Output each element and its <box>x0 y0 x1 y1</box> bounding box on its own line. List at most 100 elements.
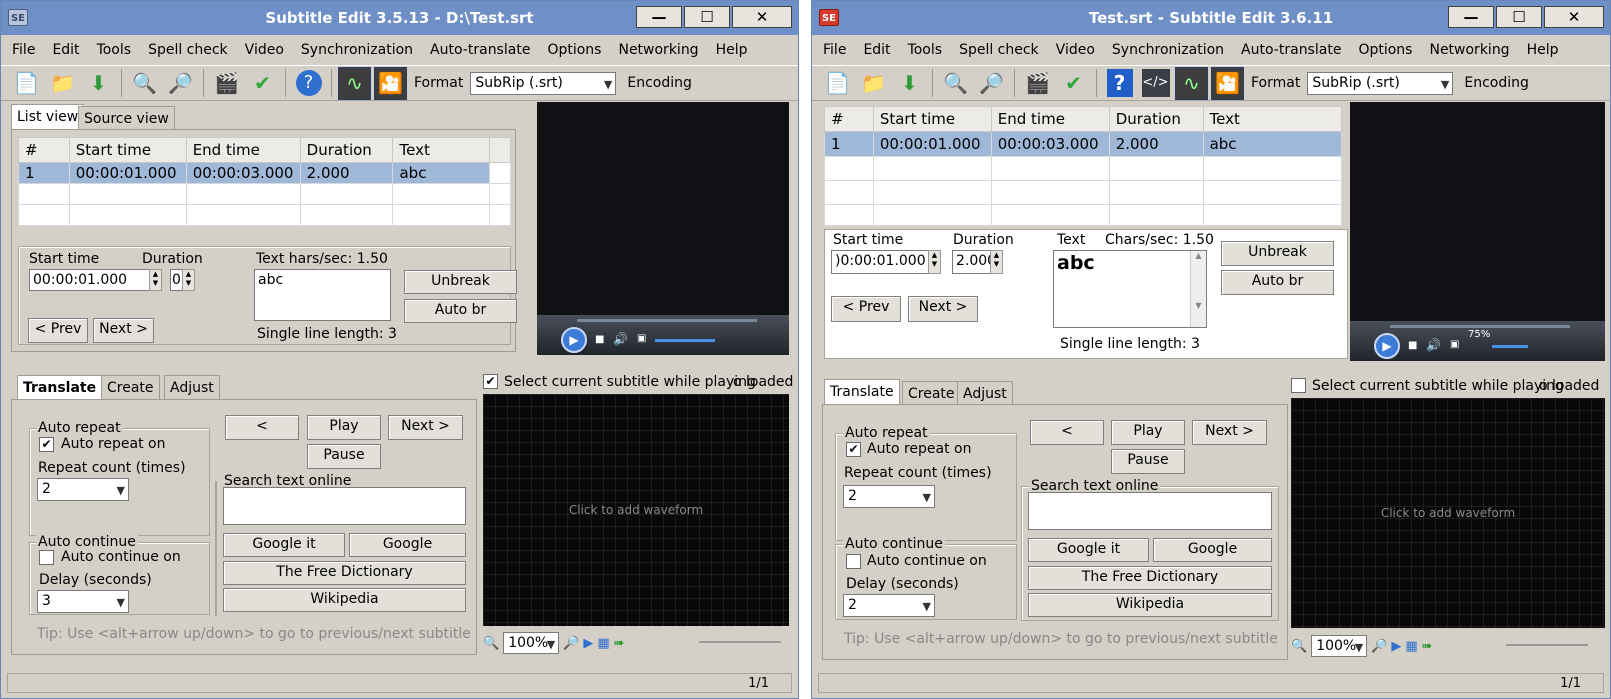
previous-button[interactable]: < <box>1030 420 1104 445</box>
help-icon[interactable]: ? <box>292 67 325 100</box>
spell-check-icon[interactable]: ✔ <box>246 67 279 100</box>
text-scrollbar[interactable]: ▲ ▼ <box>1190 251 1206 327</box>
free-dictionary-button[interactable]: The Free Dictionary <box>223 561 466 585</box>
col-start-time[interactable]: Start time <box>872 106 992 132</box>
new-file-icon[interactable]: 📄 <box>10 67 43 100</box>
menu-spell-check[interactable]: Spell check <box>959 42 1039 58</box>
col-end-time[interactable]: End time <box>185 137 301 163</box>
repeat-count-select[interactable]: 2 ▼ <box>37 478 129 501</box>
col-duration[interactable]: Duration <box>1108 106 1204 132</box>
menu-auto-translate[interactable]: Auto-translate <box>430 42 530 58</box>
replace-icon[interactable]: 🔎 <box>164 67 197 100</box>
find-icon[interactable]: 🔍 <box>939 67 972 100</box>
close-button[interactable]: ✕ <box>732 6 792 28</box>
delay-select[interactable]: 3 ▼ <box>37 590 129 613</box>
menu-help[interactable]: Help <box>716 42 748 58</box>
save-download-icon[interactable]: ⬇ <box>893 67 926 100</box>
help-icon[interactable]: ? <box>1103 67 1136 100</box>
unbreak-button[interactable]: Unbreak <box>404 270 517 294</box>
menu-networking[interactable]: Networking <box>618 42 698 58</box>
waveform-area[interactable]: Click to add waveform <box>1291 398 1605 628</box>
auto-repeat-checkbox[interactable]: ✔ <box>39 437 54 452</box>
free-dictionary-button[interactable]: The Free Dictionary <box>1028 566 1272 590</box>
grid-icon[interactable]: ▦ <box>597 636 609 651</box>
menu-options[interactable]: Options <box>547 42 601 58</box>
zoom-out-icon[interactable]: 🔍 <box>1291 639 1307 654</box>
duration-spinner[interactable]: ▲ ▼ <box>990 250 1003 274</box>
pause-button[interactable]: Pause <box>307 444 381 469</box>
forward-icon[interactable]: ➠ <box>614 636 625 651</box>
minimize-button[interactable]: — <box>636 6 682 28</box>
format-select[interactable]: SubRip (.srt) ▼ <box>470 71 617 95</box>
next-button[interactable]: Next > <box>93 318 154 343</box>
previous-button[interactable]: < <box>225 415 299 440</box>
select-current-checkbox[interactable] <box>1291 378 1306 393</box>
wikipedia-button[interactable]: Wikipedia <box>1028 593 1272 617</box>
tab-create[interactable]: Create <box>101 375 160 400</box>
title-bar[interactable]: SE Test.srt - Subtitle Edit 3.6.11 — ☐ ✕ <box>812 1 1610 35</box>
start-time-spinner[interactable]: ▲ ▼ <box>149 269 162 291</box>
menu-auto-translate[interactable]: Auto-translate <box>1241 42 1341 58</box>
play-button[interactable]: Play <box>1111 420 1185 445</box>
source-view-icon[interactable]: </> <box>1139 67 1172 100</box>
menu-file[interactable]: File <box>823 42 846 58</box>
google-it-button[interactable]: Google it <box>1028 538 1149 562</box>
delay-select[interactable]: 2 ▼ <box>843 594 935 617</box>
stop-icon[interactable]: ■ <box>1408 340 1417 351</box>
grid-icon[interactable]: ▦ <box>1405 639 1417 654</box>
auto-continue-checkbox[interactable] <box>846 554 861 569</box>
menu-video[interactable]: Video <box>1056 42 1095 58</box>
tab-translate[interactable]: Translate <box>824 379 900 404</box>
search-online-input[interactable] <box>223 487 466 525</box>
play-icon[interactable]: ▶ <box>1374 333 1400 359</box>
col-start-time[interactable]: Start time <box>68 137 187 163</box>
start-time-spinner[interactable]: ▲ ▼ <box>928 250 941 274</box>
start-time-input[interactable]: )0:00:01.000 <box>831 250 929 274</box>
wikipedia-button[interactable]: Wikipedia <box>223 588 466 612</box>
open-folder-icon[interactable]: 📁 <box>46 67 79 100</box>
google-button[interactable]: Google <box>349 533 466 557</box>
auto-continue-checkbox[interactable] <box>39 550 54 565</box>
menu-file[interactable]: File <box>12 42 35 58</box>
stop-icon[interactable]: ■ <box>595 334 604 345</box>
next-subtitle-button[interactable]: Next > <box>388 415 463 440</box>
new-file-icon[interactable]: 📄 <box>821 67 854 100</box>
menu-tools[interactable]: Tools <box>97 42 132 58</box>
next-button[interactable]: Next > <box>908 296 978 322</box>
menu-synchronization[interactable]: Synchronization <box>1112 42 1224 58</box>
subtitle-table[interactable]: # Start time End time Duration Text 1 00… <box>824 106 1343 226</box>
repeat-count-select[interactable]: 2 ▼ <box>843 485 935 508</box>
pause-button[interactable]: Pause <box>1111 449 1185 474</box>
find-icon[interactable]: 🔍 <box>128 67 161 100</box>
menu-help[interactable]: Help <box>1527 42 1559 58</box>
tab-adjust[interactable]: Adjust <box>957 381 1013 406</box>
start-time-input[interactable]: 00:00:01.000 <box>29 269 151 291</box>
zoom-in-icon[interactable]: 🔎 <box>563 636 579 651</box>
fullscreen-icon[interactable]: ▣ <box>637 333 646 344</box>
col-text[interactable]: Text <box>1202 106 1343 132</box>
tab-translate[interactable]: Translate <box>17 375 103 400</box>
subtitle-table[interactable]: # Start time End time Duration Text 1 00… <box>18 137 511 226</box>
visual-sync-icon[interactable]: 🎬 <box>1021 67 1054 100</box>
prev-button[interactable]: < Prev <box>831 296 901 322</box>
replace-icon[interactable]: 🔎 <box>975 67 1008 100</box>
video-toggle-icon[interactable]: 🎦 <box>1211 66 1244 100</box>
menu-spell-check[interactable]: Spell check <box>148 42 228 58</box>
video-player[interactable]: ▶ ■ 🔊 ▣ 75% <box>1350 102 1605 361</box>
zoom-out-icon[interactable]: 🔍 <box>483 636 499 651</box>
duration-spinner[interactable]: ▲ ▼ <box>182 269 195 291</box>
next-subtitle-button[interactable]: Next > <box>1192 420 1267 445</box>
play-button[interactable]: Play <box>307 415 381 440</box>
waveform-toggle-icon[interactable]: ∿ <box>1175 66 1208 100</box>
video-toggle-icon[interactable]: 🎦 <box>374 66 407 100</box>
waveform-toggle-icon[interactable]: ∿ <box>338 66 371 100</box>
prev-button[interactable]: < Prev <box>28 318 88 343</box>
close-button[interactable]: ✕ <box>1544 6 1604 28</box>
zoom-select[interactable]: 100% ▼ <box>503 632 560 654</box>
text-editor[interactable]: abc <box>1053 250 1207 328</box>
auto-repeat-checkbox[interactable]: ✔ <box>846 442 861 457</box>
google-button[interactable]: Google <box>1153 538 1272 562</box>
menu-edit[interactable]: Edit <box>52 42 79 58</box>
title-bar[interactable]: SE Subtitle Edit 3.5.13 - D:\Test.srt — … <box>1 1 798 35</box>
select-current-checkbox[interactable]: ✔ <box>483 374 498 389</box>
